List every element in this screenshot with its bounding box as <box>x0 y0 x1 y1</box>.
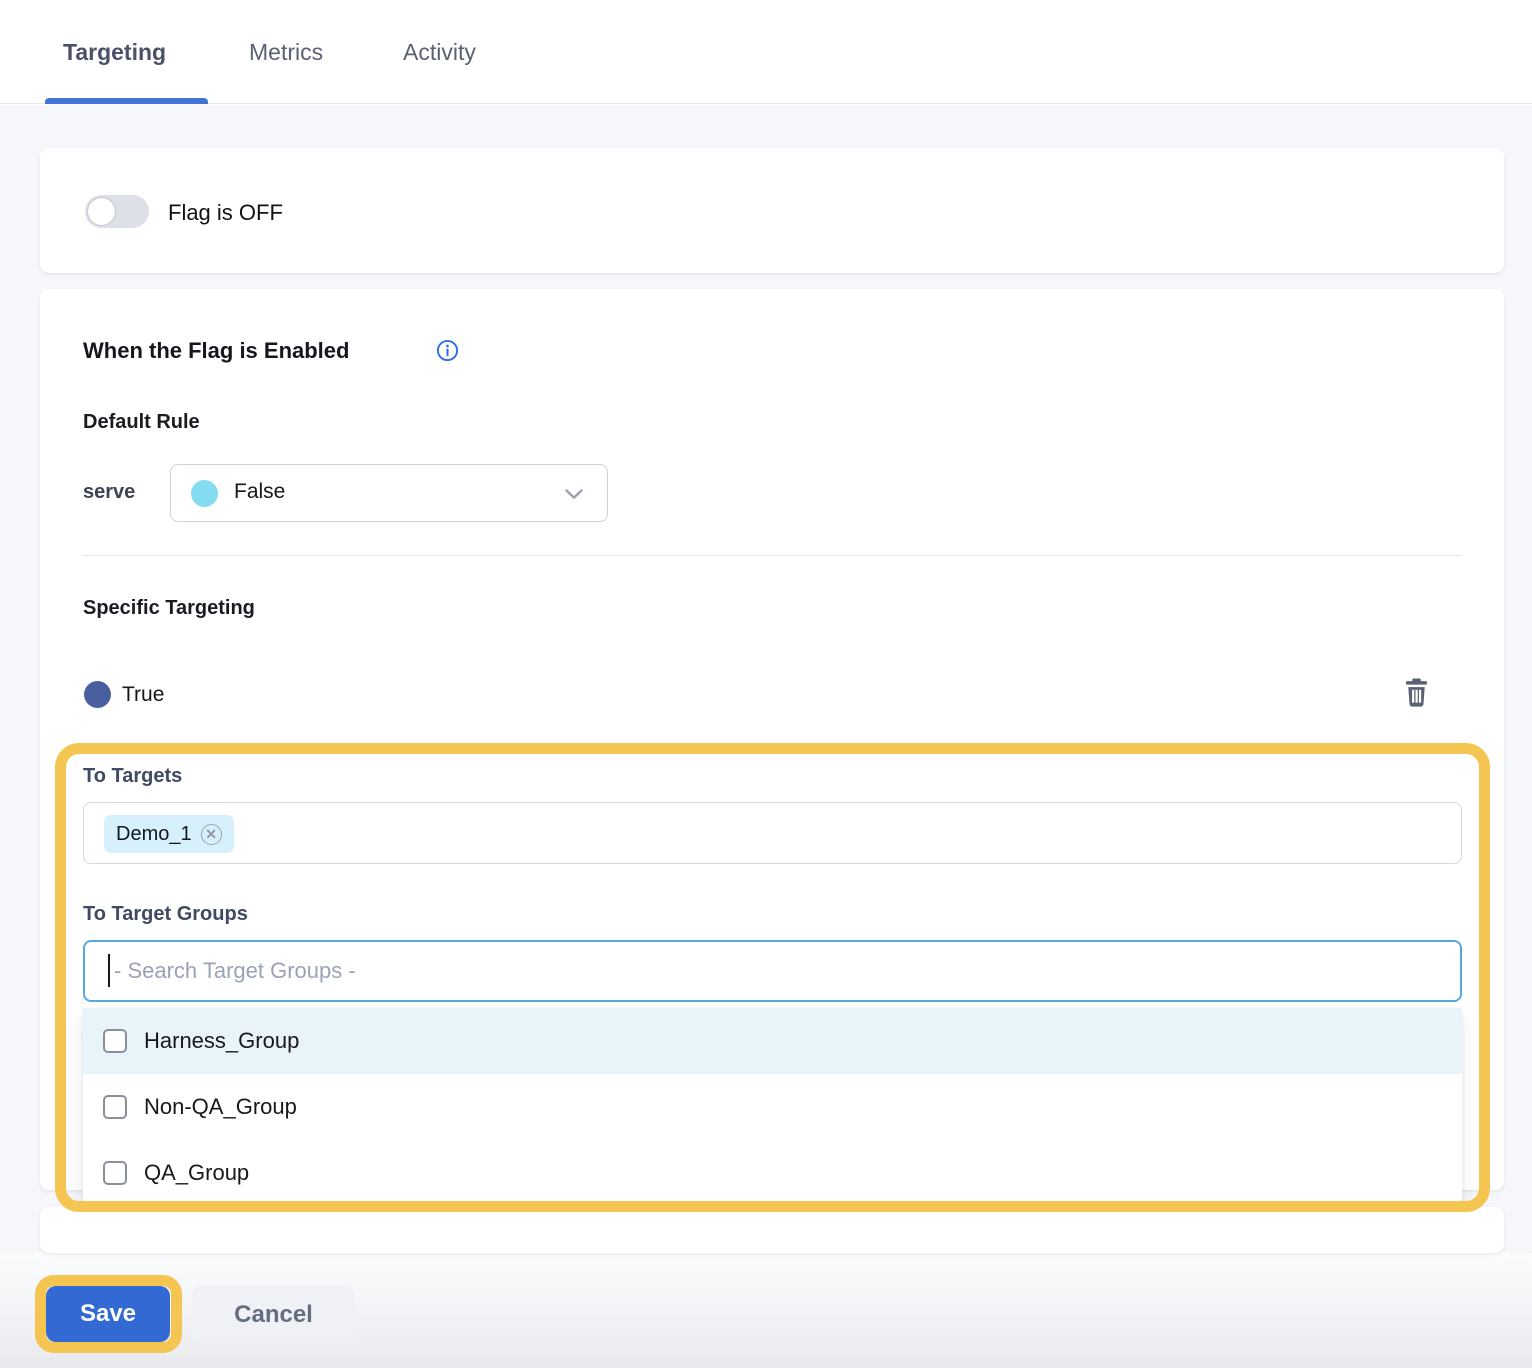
feature-flag-targeting-page: Targeting Metrics Activity Flag is OFF W… <box>0 0 1532 1368</box>
info-icon[interactable] <box>436 339 459 362</box>
chevron-down-icon <box>565 489 583 500</box>
default-rule-variation-select[interactable]: False <box>170 464 608 522</box>
serve-label: serve <box>83 481 135 504</box>
checkbox-icon[interactable] <box>103 1095 127 1119</box>
trash-icon <box>1403 678 1430 708</box>
tab-targeting[interactable]: Targeting <box>63 39 166 66</box>
to-targets-label: To Targets <box>83 765 182 788</box>
group-option-label: QA_Group <box>144 1160 249 1186</box>
target-chip-name: Demo_1 <box>116 823 192 846</box>
to-target-groups-label: To Target Groups <box>83 903 248 926</box>
specific-targeting-heading: Specific Targeting <box>83 597 255 620</box>
variation-color-dot <box>191 480 218 507</box>
text-cursor <box>108 954 110 987</box>
group-option-label: Non-QA_Group <box>144 1094 297 1120</box>
cancel-button[interactable]: Cancel <box>192 1286 355 1343</box>
group-option-qa-group[interactable]: QA_Group <box>83 1140 1462 1206</box>
specific-targeting-variation: True <box>122 683 164 707</box>
target-groups-dropdown: Harness_Group Non-QA_Group QA_Group <box>83 1008 1462 1206</box>
group-option-non-qa-group[interactable]: Non-QA_Group <box>83 1074 1462 1140</box>
section-divider <box>83 555 1461 556</box>
tab-bar: Targeting Metrics Activity <box>0 0 1532 104</box>
tab-activity[interactable]: Activity <box>403 39 476 66</box>
targets-input[interactable]: Demo_1 ✕ <box>83 802 1462 864</box>
toggle-knob-icon <box>87 197 116 226</box>
delete-rule-button[interactable] <box>1403 677 1433 709</box>
targeting-rules-card: When the Flag is Enabled Default Rule se… <box>40 289 1504 1190</box>
remove-target-icon[interactable]: ✕ <box>201 824 222 845</box>
group-option-label: Harness_Group <box>144 1028 299 1054</box>
target-chip: Demo_1 ✕ <box>104 815 234 853</box>
save-button[interactable]: Save <box>46 1286 170 1342</box>
variation-color-dot <box>84 681 111 708</box>
checkbox-icon[interactable] <box>103 1029 127 1053</box>
flag-status-card: Flag is OFF <box>40 148 1504 273</box>
group-option-harness-group[interactable]: Harness_Group <box>83 1008 1462 1074</box>
active-tab-indicator <box>45 98 208 104</box>
flag-status-label: Flag is OFF <box>168 200 283 226</box>
target-groups-search-input[interactable] <box>83 940 1462 1002</box>
flag-toggle[interactable] <box>85 195 149 228</box>
checkbox-icon[interactable] <box>103 1161 127 1185</box>
target-groups-search <box>83 940 1462 1002</box>
default-rule-heading: Default Rule <box>83 411 200 434</box>
next-section-card <box>40 1207 1504 1253</box>
tab-metrics[interactable]: Metrics <box>249 39 323 66</box>
selected-variation-value: False <box>234 480 285 504</box>
when-flag-enabled-title: When the Flag is Enabled <box>83 338 349 364</box>
